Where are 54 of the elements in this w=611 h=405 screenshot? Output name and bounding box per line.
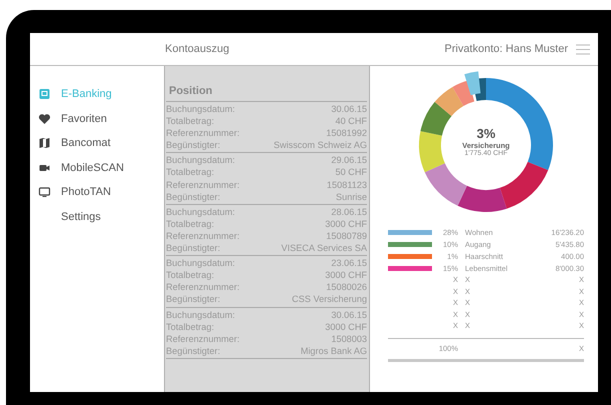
field-value: Migros Bank AG <box>300 344 367 357</box>
field-label: Referenznummer: <box>166 332 240 345</box>
field-value: CSS Versicherung <box>292 293 367 306</box>
field-label: Buchungsdatum: <box>166 103 235 116</box>
field-value: Sunrise <box>336 190 367 203</box>
account-name: Privatkonto: Hans Muster <box>444 43 568 55</box>
field-label: Referenznummer: <box>166 230 240 242</box>
field-label: Referenznummer: <box>166 178 240 191</box>
field-value: VISECA Services SA <box>281 242 367 254</box>
field-value: 3000 CHF <box>325 269 367 282</box>
field-value: 15080789 <box>326 230 367 242</box>
field-value: 50 CHF <box>335 166 367 179</box>
menu-icon[interactable] <box>576 44 590 54</box>
field-value: 15080026 <box>326 281 367 294</box>
field-value: 30.06.15 <box>331 103 367 116</box>
field-label: Totalbetrag: <box>166 115 214 128</box>
card-icon <box>38 88 51 100</box>
share-percent: 3% <box>476 126 496 141</box>
field-label: Totalbetrag: <box>166 218 214 230</box>
sidebar-item[interactable]: PhotoTAN <box>61 186 111 198</box>
field-value: 3000 CHF <box>325 218 367 230</box>
field-value: 23.06.15 <box>331 257 367 270</box>
field-label: Begünstigter: <box>166 139 220 152</box>
monitor-icon <box>38 186 51 198</box>
heart-icon <box>38 112 51 125</box>
field-value: Swisscom Schweiz AG <box>274 139 367 152</box>
field-label: Buchungsdatum: <box>166 206 235 218</box>
sidebar-item[interactable]: Settings <box>61 210 101 223</box>
field-label: Referenznummer: <box>166 127 240 140</box>
sidebar-item[interactable]: Bancomat <box>61 137 111 150</box>
field-label: Totalbetrag: <box>166 269 214 282</box>
field-label: Begünstigter: <box>166 293 220 306</box>
field-value: 15081992 <box>326 127 367 140</box>
field-label: Referenznummer: <box>166 281 240 294</box>
field-value: 15081123 <box>326 178 367 191</box>
field-value: 3000 CHF <box>325 320 367 333</box>
map-icon <box>38 137 51 150</box>
field-label: Begünstigter: <box>166 190 220 203</box>
sidebar-item[interactable]: MobileSCAN <box>61 162 124 174</box>
field-value: 40 CHF <box>335 115 367 128</box>
field-label: Totalbetrag: <box>166 320 214 333</box>
column-heading: Position <box>166 68 367 102</box>
field-label: Totalbetrag: <box>166 166 214 179</box>
field-value: 29.06.15 <box>331 154 367 166</box>
field-label: Begünstigter: <box>166 242 220 254</box>
field-value: 30.06.15 <box>331 308 367 321</box>
field-value: 1508003 <box>331 332 367 345</box>
field-label: Buchungsdatum: <box>166 154 235 166</box>
page-title: Kontoauszug <box>165 43 230 55</box>
field-label: Buchungsdatum: <box>166 308 235 321</box>
sidebar-item[interactable]: Favoriten <box>61 112 107 125</box>
field-value: 28.06.15 <box>331 206 367 218</box>
field-label: Begünstigter: <box>166 344 220 357</box>
field-label: Buchungsdatum: <box>166 257 235 270</box>
